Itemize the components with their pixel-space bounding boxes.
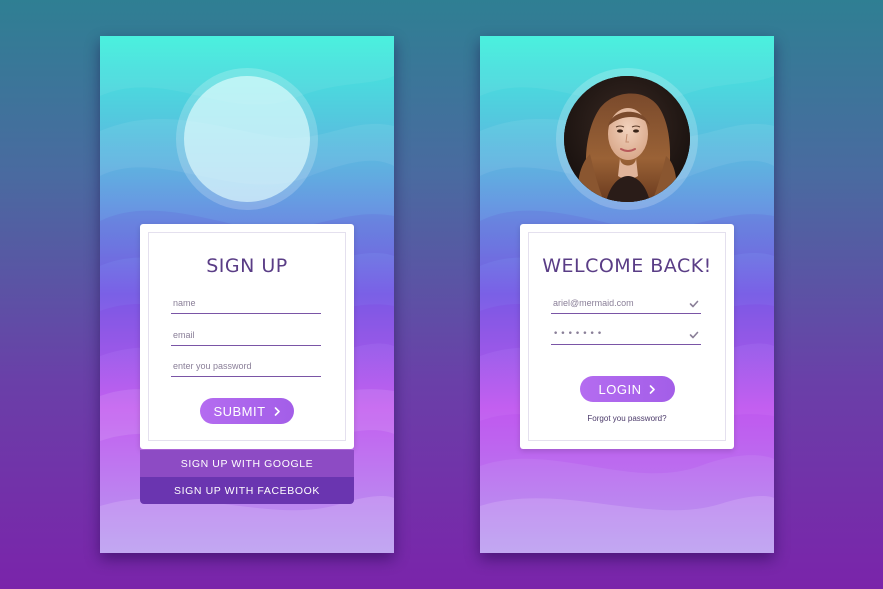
chevron-right-icon: [650, 384, 656, 394]
login-button[interactable]: LOGIN: [580, 376, 675, 402]
profile-photo-icon: [564, 76, 690, 202]
password-field[interactable]: •••••••: [551, 328, 701, 345]
sign-up-with-facebook-button[interactable]: SIGN UP WITH FACEBOOK: [140, 477, 354, 504]
password-field-value: •••••••: [553, 329, 605, 339]
signup-card: SIGN UP name email enter you password SU…: [140, 224, 354, 449]
login-button-label: LOGIN: [598, 381, 642, 397]
name-field[interactable]: name: [171, 297, 321, 314]
forgot-password-link[interactable]: Forgot you password?: [529, 414, 725, 423]
submit-button-label: SUBMIT: [213, 403, 266, 419]
password-field[interactable]: enter you password: [171, 360, 321, 377]
signup-title: SIGN UP: [206, 255, 288, 277]
submit-button[interactable]: SUBMIT: [200, 398, 294, 424]
password-field-placeholder: enter you password: [173, 361, 252, 371]
login-card-inner: WELCOME BACK! ariel@mermaid.com ••••••• …: [528, 232, 726, 441]
signup-card-inner: SIGN UP name email enter you password SU…: [148, 232, 346, 441]
profile-avatar[interactable]: [564, 76, 690, 202]
email-field[interactable]: ariel@mermaid.com: [551, 297, 701, 314]
login-title: WELCOME BACK!: [542, 255, 712, 277]
avatar-placeholder[interactable]: [184, 76, 310, 202]
email-field-value: ariel@mermaid.com: [553, 298, 634, 308]
email-field-placeholder: email: [173, 330, 195, 340]
sign-up-with-google-button[interactable]: SIGN UP WITH GOOGLE: [140, 450, 354, 477]
signup-screen: SIGN UP name email enter you password SU…: [100, 36, 394, 553]
login-card: WELCOME BACK! ariel@mermaid.com ••••••• …: [520, 224, 734, 449]
check-icon: [689, 331, 699, 339]
email-field[interactable]: email: [171, 329, 321, 346]
name-field-placeholder: name: [173, 298, 196, 308]
chevron-right-icon: [274, 406, 280, 416]
avatar-placeholder-ring: [176, 68, 318, 210]
login-screen: WELCOME BACK! ariel@mermaid.com ••••••• …: [480, 36, 774, 553]
check-icon: [689, 300, 699, 308]
profile-avatar-ring: [556, 68, 698, 210]
